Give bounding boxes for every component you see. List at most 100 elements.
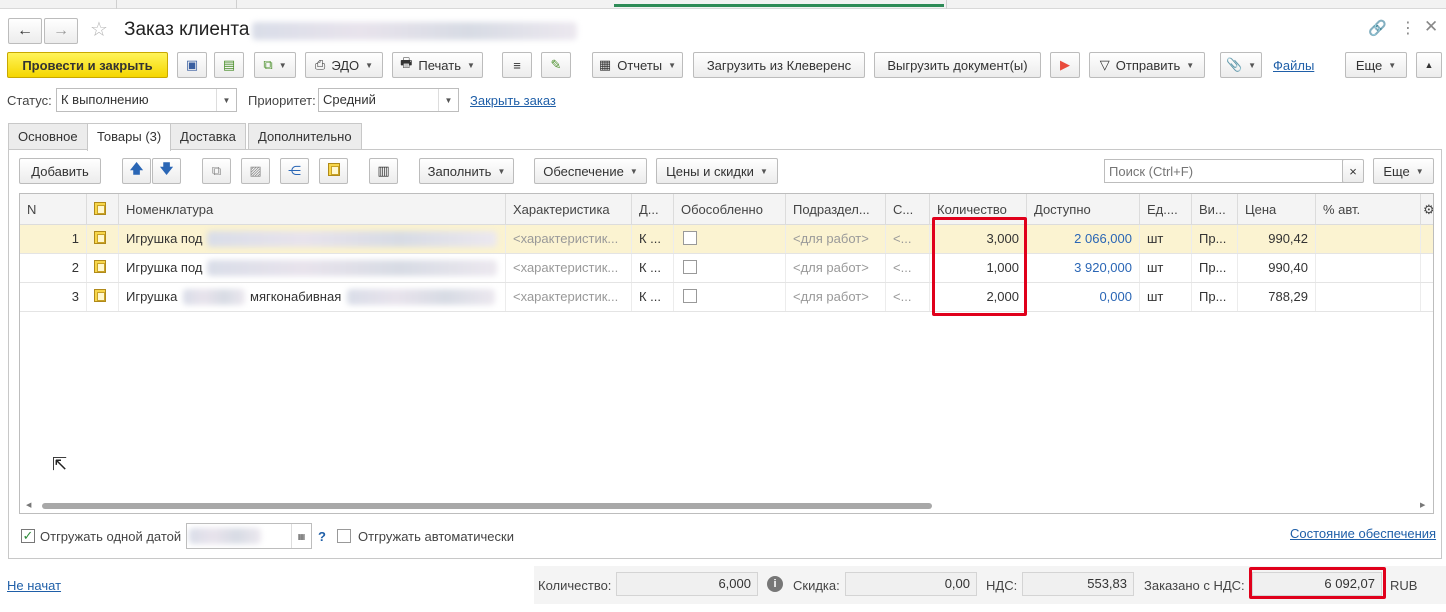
create-based-on-button[interactable]: ⧉ ▼ xyxy=(254,52,296,78)
move-down-button[interactable]: 🡇 xyxy=(152,158,181,184)
cell-characteristic[interactable]: <характеристик... xyxy=(506,225,632,253)
horizontal-scrollbar-thumb[interactable] xyxy=(42,503,932,509)
col-header-n[interactable]: N xyxy=(20,194,87,225)
cell-available[interactable]: 0,000 xyxy=(1027,283,1140,311)
table-row[interactable]: 1 Игрушка под <характеристик... К ... <д… xyxy=(20,225,1433,254)
col-header-d[interactable]: Д... xyxy=(632,194,674,225)
col-header-characteristic[interactable]: Характеристика xyxy=(506,194,632,225)
cell-available[interactable]: 2 066,000 xyxy=(1027,225,1140,253)
attachments-button[interactable]: 📎 ▼ xyxy=(1220,52,1262,78)
status-select[interactable]: К выполнению ▼ xyxy=(56,88,237,112)
cell-s[interactable]: <... xyxy=(886,283,930,311)
barcode-button[interactable]: ▥ xyxy=(369,158,398,184)
chevron-down-icon[interactable]: ▼ xyxy=(438,89,458,111)
col-header-more[interactable]: ⚙ xyxy=(1421,194,1433,225)
col-header-icon[interactable] xyxy=(87,194,119,225)
cell-auto-discount[interactable] xyxy=(1316,225,1421,253)
app-launch-button[interactable]: ▶ xyxy=(1050,52,1080,78)
cell-d[interactable]: К ... xyxy=(632,225,674,253)
link-icon[interactable]: 🔗 xyxy=(1368,19,1387,37)
tab-main[interactable]: Основное xyxy=(8,123,88,150)
favorite-star-icon[interactable]: ☆ xyxy=(90,17,108,42)
more-menu-button[interactable]: Еще ▼ xyxy=(1345,52,1407,78)
edo-menu-button[interactable]: ⎙ ЭДО ▼ xyxy=(305,52,383,78)
print-menu-button[interactable]: 🖶 Печать ▼ xyxy=(392,52,483,78)
col-header-auto-discount[interactable]: % авт. xyxy=(1316,194,1421,225)
save-button[interactable]: ▣ xyxy=(177,52,207,78)
add-row-button[interactable]: Добавить xyxy=(19,158,101,184)
ship-auto-checkbox[interactable] xyxy=(337,529,351,543)
cell-subdivision[interactable]: <для работ> xyxy=(786,283,886,311)
cell-separately[interactable] xyxy=(674,254,786,282)
load-kleverens-button[interactable]: Загрузить из Клеверенс xyxy=(693,52,865,78)
more-vert-icon[interactable]: ⋮ xyxy=(1400,18,1416,38)
tab-goods[interactable]: Товары (3) xyxy=(87,123,172,151)
cell-characteristic[interactable]: <характеристик... xyxy=(506,283,632,311)
col-header-available[interactable]: Доступно xyxy=(1027,194,1140,225)
back-button[interactable]: ← xyxy=(8,18,42,44)
ship-one-date-checkbox[interactable]: ✓ xyxy=(21,528,35,543)
files-link[interactable]: Файлы xyxy=(1273,58,1314,73)
cell-auto-discount[interactable] xyxy=(1316,254,1421,282)
search-input[interactable] xyxy=(1104,159,1344,183)
cell-d[interactable]: К ... xyxy=(632,283,674,311)
col-header-price[interactable]: Цена xyxy=(1238,194,1316,225)
cell-s[interactable]: <... xyxy=(886,254,930,282)
split-button[interactable]: ⋲ xyxy=(280,158,309,184)
supply-state-link[interactable]: Состояние обеспечения xyxy=(1290,526,1436,541)
collapse-toolbar-button[interactable]: ▲ xyxy=(1416,52,1442,78)
cell-kind[interactable]: Пр... xyxy=(1192,254,1238,282)
post-and-close-button[interactable]: Провести и закрыть xyxy=(7,52,168,78)
separately-checkbox[interactable] xyxy=(683,231,697,245)
cell-price[interactable]: 990,42 xyxy=(1238,225,1316,253)
tab-delivery[interactable]: Доставка xyxy=(170,123,246,150)
journal-button[interactable]: ≡ xyxy=(502,52,532,78)
cell-nomenclature[interactable]: Игрушка под xyxy=(119,225,506,253)
help-link[interactable]: ? xyxy=(318,529,326,544)
col-header-unit[interactable]: Ед.... xyxy=(1140,194,1192,225)
cell-characteristic[interactable]: <характеристик... xyxy=(506,254,632,282)
cell-auto-discount[interactable] xyxy=(1316,283,1421,311)
pick-items-button[interactable] xyxy=(319,158,348,184)
fill-menu-button[interactable]: Заполнить ▼ xyxy=(419,158,514,184)
cell-nomenclature[interactable]: Игрушка под xyxy=(119,254,506,282)
post-button[interactable]: ▤ xyxy=(214,52,244,78)
separately-checkbox[interactable] xyxy=(683,260,697,274)
chevron-down-icon[interactable]: ▼ xyxy=(216,89,236,111)
tab-additional[interactable]: Дополнительно xyxy=(248,123,362,150)
forward-button[interactable]: → xyxy=(44,18,78,44)
move-up-button[interactable]: 🡅 xyxy=(122,158,151,184)
close-order-link[interactable]: Закрыть заказ xyxy=(470,93,556,108)
cell-kind[interactable]: Пр... xyxy=(1192,225,1238,253)
cell-subdivision[interactable]: <для работ> xyxy=(786,225,886,253)
calendar-icon[interactable]: ▦ xyxy=(291,524,311,548)
col-header-nomenclature[interactable]: Номенклатура xyxy=(119,194,506,225)
active-window-tab-indicator[interactable] xyxy=(614,4,944,7)
scroll-right-icon[interactable]: ▶ xyxy=(1420,501,1425,509)
goods-table[interactable]: N Номенклатура Характеристика Д... Обосо… xyxy=(19,193,1434,514)
close-icon[interactable]: ✕ xyxy=(1424,17,1438,37)
scroll-left-icon[interactable]: ◀ xyxy=(26,501,31,509)
send-menu-button[interactable]: ▽ Отправить ▼ xyxy=(1089,52,1205,78)
supply-menu-button[interactable]: Обеспечение ▼ xyxy=(534,158,647,184)
cell-price[interactable]: 788,29 xyxy=(1238,283,1316,311)
col-header-subdivision[interactable]: Подраздел... xyxy=(786,194,886,225)
priority-select[interactable]: Средний ▼ xyxy=(318,88,459,112)
clear-search-button[interactable]: × xyxy=(1342,159,1364,183)
cell-nomenclature[interactable]: Игрушка мягконабивная xyxy=(119,283,506,311)
reports-menu-button[interactable]: ▦ Отчеты ▼ xyxy=(592,52,683,78)
table-more-button[interactable]: Еще ▼ xyxy=(1373,158,1434,184)
separately-checkbox[interactable] xyxy=(683,289,697,303)
table-row[interactable]: 2 Игрушка под <характеристик... К ... <д… xyxy=(20,254,1433,283)
col-header-s[interactable]: С... xyxy=(886,194,930,225)
cell-separately[interactable] xyxy=(674,225,786,253)
cell-available[interactable]: 3 920,000 xyxy=(1027,254,1140,282)
col-header-separately[interactable]: Обособленно xyxy=(674,194,786,225)
paste-button[interactable]: ▨ xyxy=(241,158,270,184)
cell-kind[interactable]: Пр... xyxy=(1192,283,1238,311)
cell-d[interactable]: К ... xyxy=(632,254,674,282)
cell-unit[interactable]: шт xyxy=(1140,254,1192,282)
edit-button[interactable]: ✎ xyxy=(541,52,571,78)
ship-date-input[interactable]: ▦ xyxy=(186,523,312,549)
cell-price[interactable]: 990,40 xyxy=(1238,254,1316,282)
